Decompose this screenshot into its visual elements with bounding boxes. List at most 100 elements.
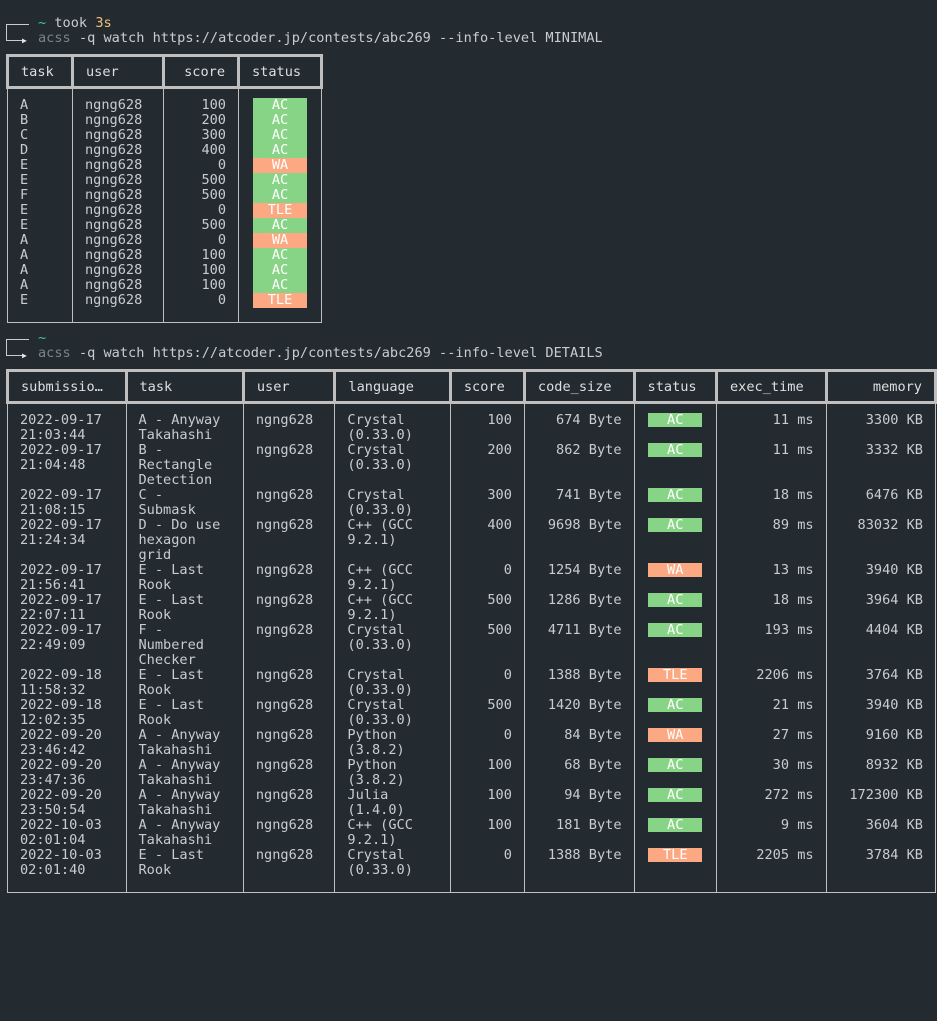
status-cell: AC [633, 698, 717, 728]
exec-time-cell: 27 ms [715, 728, 827, 758]
user-cell: ngng628 [242, 488, 336, 518]
status-cell: AC [238, 248, 322, 263]
status-cell: AC [238, 173, 322, 188]
minimal-results-table: task user score status Angng628 100 AC Bngng62… [6, 54, 323, 323]
table-row: Angng628 100 AC [7, 278, 322, 293]
status-cell: TLE [238, 293, 322, 323]
status-cell: AC [633, 758, 717, 788]
language-cell: Julia (1.4.0) [334, 788, 451, 818]
status-cell: AC [238, 188, 322, 203]
code-size-cell: 741 Byte [523, 488, 635, 518]
column-header-code-size: code_size [522, 369, 636, 404]
table-row: Engng628 0 TLE [7, 203, 322, 218]
status-badge: AC [253, 173, 307, 188]
cwd-tilde: ~ [38, 15, 47, 31]
language-cell: C++ (GCC 9.2.1) [334, 818, 451, 848]
status-cell: TLE [633, 848, 717, 893]
table-row: 2022-09-20 23:50:54 A - Anyway Takahashi n… [7, 788, 937, 818]
command-line: acss -q watch https://atcoder.jp/contest… [0, 346, 937, 361]
status-badge: AC [253, 98, 307, 113]
user-cell: ngng628 [72, 173, 164, 188]
submission-cell: 2022-09-18 12:02:35 [7, 698, 127, 728]
score-cell: 100 [449, 788, 525, 818]
score-cell: 500 [449, 698, 525, 728]
task-cell: C - Submask [125, 488, 244, 518]
table-row: 2022-09-18 12:02:35 E - Last Rook ngng628 C… [7, 698, 937, 728]
task-cell: E [7, 218, 73, 233]
user-cell: ngng628 [242, 698, 336, 728]
table-row: Engng628 0 WA [7, 158, 322, 173]
table-row: Angng628 100 AC [7, 263, 322, 278]
table-row: Engng628 500 AC [7, 218, 322, 233]
table-row: 2022-09-17 21:56:41 E - Last Rook ngng628 C… [7, 563, 937, 593]
status-badge: AC [253, 248, 307, 263]
status-badge: AC [253, 188, 307, 203]
command-executable: acss [38, 30, 71, 46]
column-header-exec-time: exec_time [714, 369, 828, 404]
status-badge: AC [648, 698, 703, 712]
status-badge: AC [648, 623, 703, 637]
score-cell: 100 [163, 263, 239, 278]
user-cell: ngng628 [242, 443, 336, 488]
user-cell: ngng628 [72, 113, 164, 128]
task-cell: B - Rectangle Detection [125, 443, 244, 488]
exec-time-cell: 11 ms [715, 402, 827, 443]
code-size-cell: 674 Byte [523, 402, 635, 443]
table-row: Angng628 0 WA [7, 233, 322, 248]
score-cell: 0 [449, 728, 525, 758]
user-cell: ngng628 [72, 87, 164, 113]
status-badge: AC [253, 218, 307, 233]
table-row: 2022-10-03 02:01:40 E - Last Rook ngng628 C… [7, 848, 937, 893]
exec-time-cell: 2206 ms [715, 668, 827, 698]
score-cell: 0 [449, 563, 525, 593]
language-cell: C++ (GCC 9.2.1) [334, 563, 451, 593]
submission-cell: 2022-09-20 23:46:42 [7, 728, 127, 758]
status-badge: AC [253, 113, 307, 128]
exec-time-cell: 21 ms [715, 698, 827, 728]
code-size-cell: 862 Byte [523, 443, 635, 488]
status-cell: WA [238, 233, 322, 248]
table-row: 2022-09-17 21:03:44 A - Anyway Takahashi n… [7, 402, 937, 443]
status-badge: AC [648, 788, 703, 802]
column-header-task: task [124, 369, 245, 404]
prompt-block-details: ▶ ~ acss -q watch https://atcoder.jp/con… [0, 331, 937, 361]
exec-time-cell: 30 ms [715, 758, 827, 788]
status-cell: WA [633, 563, 717, 593]
column-header-user: user [241, 369, 337, 404]
status-badge: TLE [253, 293, 307, 308]
table-row: 2022-09-17 21:04:48 B - Rectangle Detecti… [7, 443, 937, 488]
submission-cell: 2022-09-17 21:08:15 [7, 488, 127, 518]
exec-time-cell: 2205 ms [715, 848, 827, 893]
score-cell: 500 [449, 623, 525, 668]
code-size-cell: 1420 Byte [523, 698, 635, 728]
task-cell: A [7, 278, 73, 293]
command-args: -q watch https://atcoder.jp/contests/abc… [78, 30, 603, 46]
submission-cell: 2022-09-17 21:24:34 [7, 518, 127, 563]
exec-time-cell: 18 ms [715, 593, 827, 623]
status-cell: AC [633, 788, 717, 818]
prompt-block-minimal: ▶ ~ took 3s acss -q watch https://atcode… [0, 16, 937, 46]
score-cell: 200 [449, 443, 525, 488]
status-badge: AC [648, 758, 703, 772]
score-cell: 400 [449, 518, 525, 563]
user-cell: ngng628 [72, 233, 164, 248]
user-cell: ngng628 [242, 593, 336, 623]
memory-cell: 3332 KB [825, 443, 937, 488]
status-badge: TLE [253, 203, 307, 218]
command-line: acss -q watch https://atcoder.jp/contest… [0, 31, 937, 46]
table-row: Engng628 0 TLE [7, 293, 322, 323]
status-badge: AC [253, 263, 307, 278]
table-row: Engng628 500 AC [7, 173, 322, 188]
task-cell: A [7, 233, 73, 248]
status-cell: AC [238, 128, 322, 143]
language-cell: C++ (GCC 9.2.1) [334, 518, 451, 563]
score-cell: 0 [163, 158, 239, 173]
status-cell: TLE [633, 668, 717, 698]
task-cell: E - Last Rook [125, 698, 244, 728]
task-cell: E [7, 173, 73, 188]
task-cell: A [7, 263, 73, 278]
language-cell: Crystal (0.33.0) [334, 402, 451, 443]
prompt-status-line: ~ took 3s [0, 16, 937, 31]
submission-cell: 2022-09-17 21:03:44 [7, 402, 127, 443]
memory-cell: 3940 KB [825, 698, 937, 728]
